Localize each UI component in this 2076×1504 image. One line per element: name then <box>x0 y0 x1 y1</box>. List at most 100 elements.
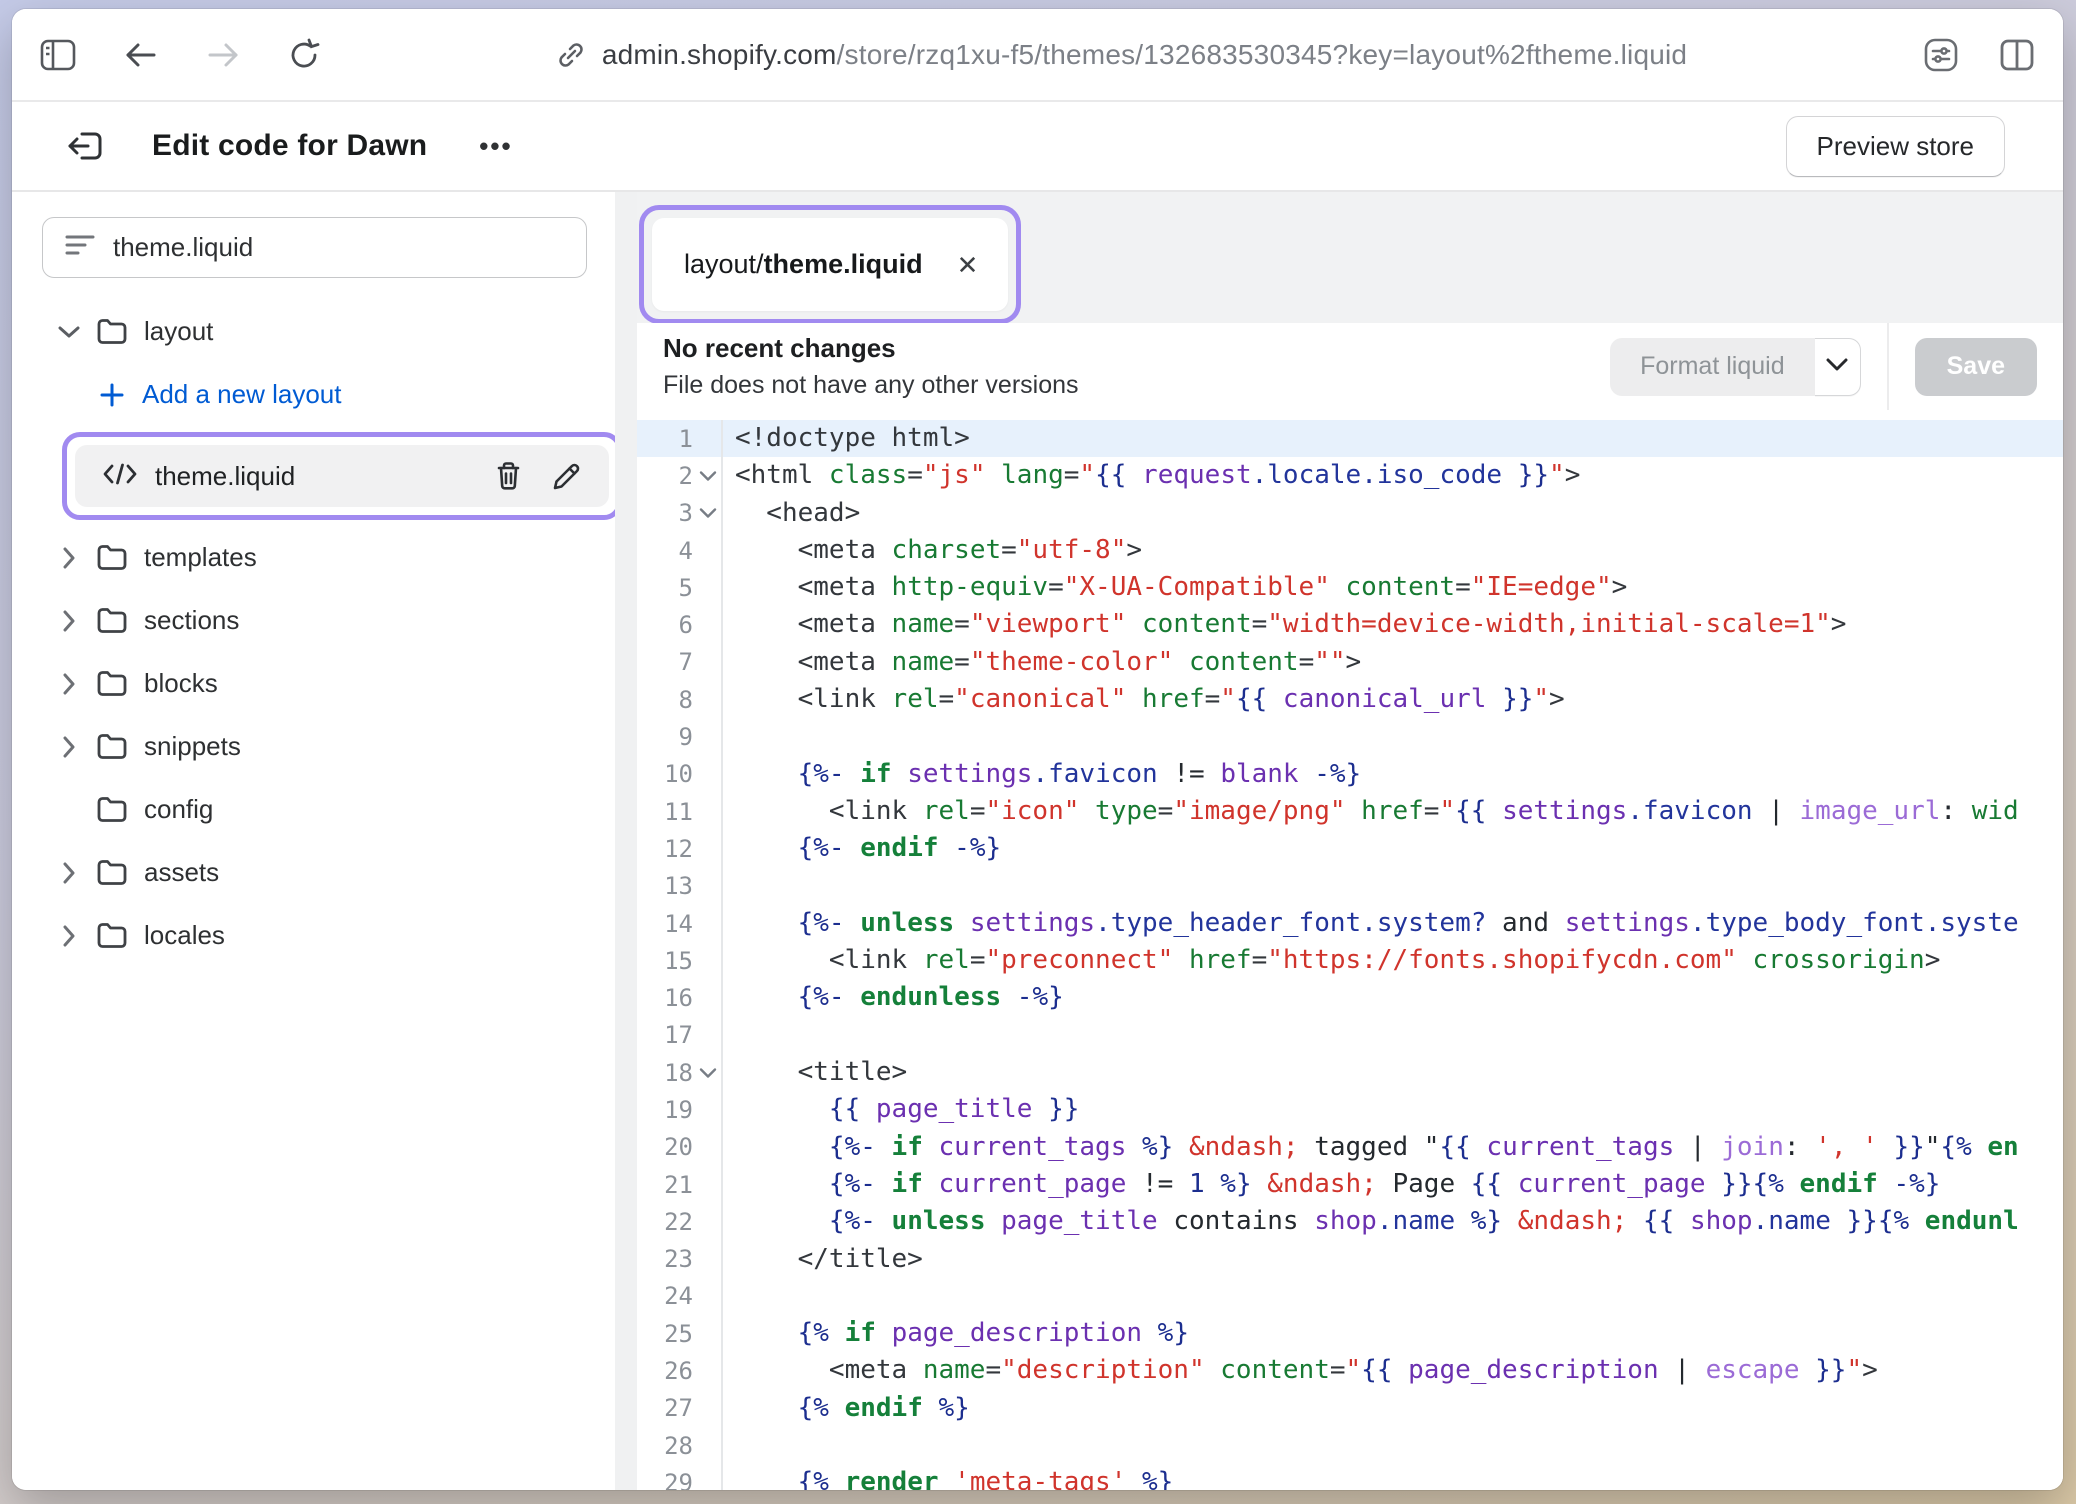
code-line-12[interactable]: 12 {%- endif -%} <box>637 830 2063 867</box>
page-title: Edit code for Dawn <box>152 129 427 163</box>
code-editor[interactable]: 1<!doctype html>2<html class="js" lang="… <box>637 410 2063 1490</box>
forward-icon[interactable] <box>206 41 240 69</box>
code-line-19[interactable]: 19 {{ page_title }} <box>637 1091 2063 1128</box>
preview-store-button[interactable]: Preview store <box>1786 116 2006 177</box>
file-tree: layout Add a new layout theme.liquid templa… <box>12 300 615 967</box>
line-number: 22 <box>637 1203 723 1240</box>
code-text: {%- endunless -%} <box>723 979 2063 1016</box>
fold-chevron-icon[interactable] <box>699 1067 717 1078</box>
code-text: <meta http-equiv="X-UA-Compatible" conte… <box>723 569 2063 606</box>
code-line-15[interactable]: 15 <link rel="preconnect" href="https://… <box>637 942 2063 979</box>
code-line-18[interactable]: 18 <title> <box>637 1054 2063 1091</box>
code-line-13[interactable]: 13 <box>637 868 2063 905</box>
code-text: {%- if current_page != 1 %} &ndash; Page… <box>723 1166 2063 1203</box>
code-text: <html class="js" lang="{{ request.locale… <box>723 457 2063 494</box>
sidebar-item-locales[interactable]: locales <box>12 904 615 967</box>
code-line-11[interactable]: 11 <link rel="icon" type="image/png" hre… <box>637 793 2063 830</box>
code-line-1[interactable]: 1<!doctype html> <box>637 420 2063 457</box>
fold-chevron-icon[interactable] <box>699 508 717 519</box>
selected-file-annotation-ring: theme.liquid <box>62 432 615 520</box>
code-text: <link rel="canonical" href="{{ canonical… <box>723 681 2063 718</box>
code-line-5[interactable]: 5 <meta http-equiv="X-UA-Compatible" con… <box>637 569 2063 606</box>
folder-label: locales <box>144 920 225 951</box>
line-number: 24 <box>637 1278 723 1315</box>
fold-chevron-icon[interactable] <box>699 470 717 481</box>
sidebar-item-snippets[interactable]: snippets <box>12 715 615 778</box>
code-line-29[interactable]: 29 {% render 'meta-tags' %} <box>637 1464 2063 1490</box>
sidebar-toggle-icon[interactable] <box>40 39 76 71</box>
code-text: <title> <box>723 1054 2063 1091</box>
save-button[interactable]: Save <box>1915 338 2037 396</box>
folder-icon <box>96 318 128 345</box>
delete-file-icon[interactable] <box>495 461 522 491</box>
tab-close-icon[interactable]: ✕ <box>953 248 983 282</box>
code-line-9[interactable]: 9 <box>637 718 2063 755</box>
folder-icon <box>96 670 128 697</box>
code-text: <meta charset="utf-8"> <box>723 532 2063 569</box>
code-line-20[interactable]: 20 {%- if current_tags %} &ndash; tagged… <box>637 1129 2063 1166</box>
line-number: 28 <box>637 1427 723 1464</box>
code-line-8[interactable]: 8 <link rel="canonical" href="{{ canonic… <box>637 681 2063 718</box>
folder-icon <box>96 796 128 823</box>
sidebar-item-sections[interactable]: sections <box>12 589 615 652</box>
code-text: {% endif %} <box>723 1390 2063 1427</box>
back-icon[interactable] <box>124 41 158 69</box>
code-text: <head> <box>723 495 2063 532</box>
url-bar[interactable]: admin.shopify.com/store/rzq1xu-f5/themes… <box>320 39 1923 71</box>
code-line-28[interactable]: 28 <box>637 1427 2063 1464</box>
code-line-26[interactable]: 26 <meta name="description" content="{{ … <box>637 1352 2063 1389</box>
code-line-21[interactable]: 21 {%- if current_page != 1 %} &ndash; P… <box>637 1166 2063 1203</box>
file-search-box[interactable] <box>42 217 587 278</box>
code-text: <!doctype html> <box>723 420 2063 457</box>
line-number: 3 <box>637 495 723 532</box>
line-number: 4 <box>637 532 723 569</box>
code-line-10[interactable]: 10 {%- if settings.favicon != blank -%} <box>637 756 2063 793</box>
sidebar-item-layout[interactable]: layout <box>12 300 615 363</box>
tab-layout-theme-liquid[interactable]: layout/theme.liquid ✕ <box>652 218 1008 311</box>
chevron-down-icon <box>58 325 80 339</box>
format-liquid-caret[interactable] <box>1815 338 1861 396</box>
folder-icon <box>96 859 128 886</box>
code-line-14[interactable]: 14 {%- unless settings.type_header_font.… <box>637 905 2063 942</box>
exit-editor-icon[interactable] <box>68 128 106 164</box>
sidebar-item-config[interactable]: config <box>12 778 615 841</box>
more-actions-button[interactable]: ••• <box>473 127 518 166</box>
rename-file-icon[interactable] <box>552 462 581 491</box>
chevron-right-icon <box>58 610 80 632</box>
code-line-22[interactable]: 22 {%- unless page_title contains shop.n… <box>637 1203 2063 1240</box>
code-text: {%- endif -%} <box>723 830 2063 867</box>
file-label: theme.liquid <box>155 461 295 492</box>
folder-label: assets <box>144 857 219 888</box>
code-line-23[interactable]: 23 </title> <box>637 1241 2063 1278</box>
sidebar-item-assets[interactable]: assets <box>12 841 615 904</box>
code-line-2[interactable]: 2<html class="js" lang="{{ request.local… <box>637 457 2063 494</box>
folder-label: sections <box>144 605 239 636</box>
line-number: 19 <box>637 1091 723 1128</box>
add-layout-button[interactable]: Add a new layout <box>12 363 615 426</box>
line-number: 14 <box>637 905 723 942</box>
code-line-17[interactable]: 17 <box>637 1017 2063 1054</box>
line-number: 29 <box>637 1464 723 1490</box>
split-view-icon[interactable] <box>1999 38 2035 72</box>
browser-settings-icon[interactable] <box>1923 37 1959 73</box>
sidebar-item-theme-liquid[interactable]: theme.liquid <box>75 445 609 507</box>
line-number: 21 <box>637 1166 723 1203</box>
format-liquid-button[interactable]: Format liquid <box>1610 338 1815 396</box>
add-layout-label: Add a new layout <box>142 379 341 410</box>
reload-icon[interactable] <box>288 38 320 72</box>
sidebar-item-templates[interactable]: templates <box>12 526 615 589</box>
sidebar-item-blocks[interactable]: blocks <box>12 652 615 715</box>
search-input[interactable] <box>113 232 564 263</box>
code-line-6[interactable]: 6 <meta name="viewport" content="width=d… <box>637 606 2063 643</box>
code-line-27[interactable]: 27 {% endif %} <box>637 1390 2063 1427</box>
code-line-3[interactable]: 3 <head> <box>637 495 2063 532</box>
code-text: <link rel="preconnect" href="https://fon… <box>723 942 2063 979</box>
code-line-25[interactable]: 25 {% if page_description %} <box>637 1315 2063 1352</box>
code-line-4[interactable]: 4 <meta charset="utf-8"> <box>637 532 2063 569</box>
code-line-24[interactable]: 24 <box>637 1278 2063 1315</box>
code-text: {%- unless page_title contains shop.name… <box>723 1203 2063 1240</box>
line-number: 17 <box>637 1017 723 1054</box>
code-text: </title> <box>723 1241 2063 1278</box>
code-line-7[interactable]: 7 <meta name="theme-color" content=""> <box>637 644 2063 681</box>
code-line-16[interactable]: 16 {%- endunless -%} <box>637 979 2063 1016</box>
